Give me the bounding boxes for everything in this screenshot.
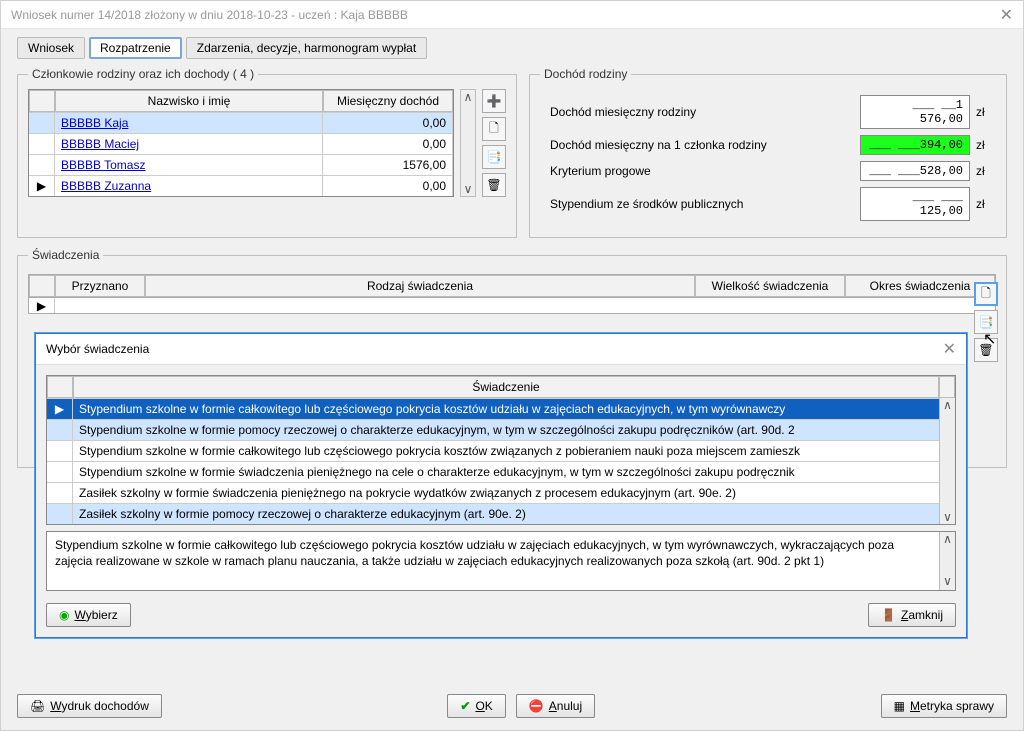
metryka-sprawy-button[interactable]: ▦ Metryka sprawy: [881, 694, 1007, 718]
list-item[interactable]: Stypendium szkolne w formie całkowitego …: [47, 440, 955, 461]
ok-button[interactable]: ✔ OK: [447, 694, 505, 718]
titlebar: Wniosek numer 14/2018 złożony w dniu 201…: [1, 1, 1023, 29]
edit-button[interactable]: 📑: [482, 145, 506, 169]
family-row[interactable]: BBBBB Kaja 0,00: [29, 112, 453, 133]
family-table: Nazwisko i imię Miesięczny dochód BBBBB …: [28, 89, 454, 197]
list-scrollbar[interactable]: ∧∨: [939, 398, 955, 524]
income-value-4[interactable]: ___ ___ 125,00: [860, 187, 970, 221]
swiadczenie-col-header: Świadczenie: [73, 376, 939, 398]
swiadczenia-legend: Świadczenia: [28, 248, 103, 262]
family-scrollbar[interactable]: ∧∨: [460, 89, 476, 197]
delete-sw-button[interactable]: 🗑: [974, 338, 998, 362]
family-legend: Członkowie rodziny oraz ich dochody ( 4 …: [28, 67, 258, 81]
income-legend: Dochód rodziny: [540, 67, 631, 81]
tab-bar: Wniosek Rozpatrzenie Zdarzenia, decyzje,…: [17, 37, 1007, 59]
list-item[interactable]: Stypendium szkolne w formie świadczenia …: [47, 461, 955, 482]
anuluj-button[interactable]: ⛔ Anuluj: [516, 694, 595, 718]
income-value-2[interactable]: ___ ___394,00: [860, 135, 970, 155]
wybierz-button[interactable]: ◉ Wybierz: [46, 603, 131, 627]
family-row[interactable]: BBBBB Tomasz 1576,00: [29, 154, 453, 175]
window-title: Wniosek numer 14/2018 złożony w dniu 201…: [11, 8, 408, 22]
family-row[interactable]: BBBBB Maciej 0,00: [29, 133, 453, 154]
edit-sw-button[interactable]: 📑: [974, 310, 998, 334]
swiadczenia-row[interactable]: ▶: [28, 298, 996, 314]
family-fieldset: Członkowie rodziny oraz ich dochody ( 4 …: [17, 67, 517, 238]
col-name-header: Nazwisko i imię: [55, 90, 323, 112]
new-doc-button[interactable]: 🗋: [482, 117, 506, 141]
income-value-3[interactable]: ___ ___528,00: [860, 161, 970, 181]
select-icon: ◉: [59, 608, 69, 622]
tab-zdarzenia[interactable]: Zdarzenia, decyzje, harmonogram wypłat: [186, 37, 427, 59]
grid-icon: ▦: [894, 699, 905, 713]
family-row[interactable]: ▶ BBBBB Zuzanna 0,00: [29, 175, 453, 196]
new-sw-button[interactable]: 🗋: [974, 282, 998, 306]
swiadczenia-header: Przyznano Rodzaj świadczenia Wielkość św…: [28, 274, 996, 298]
col-marker: [29, 90, 55, 112]
income-line-3: Kryterium progowe ___ ___528,00 zł: [540, 161, 996, 181]
list-item[interactable]: Zasiłek szkolny w formie pomocy rzeczowe…: [47, 503, 955, 524]
close-icon[interactable]: ✕: [1000, 5, 1013, 25]
income-fieldset: Dochód rodziny Dochód miesięczny rodziny…: [529, 67, 1007, 238]
zamknij-button[interactable]: 🚪 Zamknij: [868, 603, 956, 627]
swiadczenia-toolbar: 🗋 📑 🗑: [974, 282, 998, 362]
income-value-1[interactable]: ___ __1 576,00: [860, 95, 970, 129]
no-entry-icon: ⛔: [529, 699, 544, 713]
list-item[interactable]: Zasiłek szkolny w formie świadczenia pie…: [47, 482, 955, 503]
family-toolbar: ➕ 🗋 📑 🗑: [482, 89, 506, 197]
income-line-2: Dochód miesięczny na 1 członka rodziny _…: [540, 135, 996, 155]
tab-rozpatrzenie[interactable]: Rozpatrzenie: [89, 37, 182, 59]
tab-wniosek[interactable]: Wniosek: [17, 37, 85, 59]
income-line-4: Stypendium ze środków publicznych ___ __…: [540, 187, 996, 221]
wydruk-dochodow-button[interactable]: 🖨 Wydruk dochodów: [17, 694, 162, 718]
modal-close-icon[interactable]: ✕: [943, 339, 956, 359]
description-box: Stypendium szkolne w formie całkowitego …: [46, 531, 956, 591]
list-item[interactable]: ▶ Stypendium szkolne w formie całkowiteg…: [47, 398, 955, 419]
modal-titlebar: Wybór świadczenia ✕: [36, 334, 966, 365]
door-icon: 🚪: [881, 608, 896, 622]
list-item[interactable]: Stypendium szkolne w formie pomocy rzecz…: [47, 419, 955, 440]
row-marker-icon: ▶: [47, 399, 73, 419]
bottom-bar: 🖨 Wydruk dochodów ✔ OK ⛔ Anuluj ▦ Metryk…: [17, 694, 1007, 718]
modal-title-text: Wybór świadczenia: [46, 342, 149, 356]
check-icon: ✔: [460, 699, 470, 713]
delete-button[interactable]: 🗑: [482, 173, 506, 197]
income-line-1: Dochód miesięczny rodziny ___ __1 576,00…: [540, 95, 996, 129]
desc-scrollbar[interactable]: ∧∨: [939, 532, 955, 590]
swiadczenie-list: Świadczenie ▶ Stypendium szkolne w formi…: [46, 375, 956, 525]
col-income-header: Miesięczny dochód: [323, 90, 453, 112]
wybor-swiadczenia-dialog: Wybór świadczenia ✕ Świadczenie ▶ Stypen…: [35, 333, 967, 638]
printer-icon: 🖨: [30, 699, 45, 713]
main-window: Wniosek numer 14/2018 złożony w dniu 201…: [0, 0, 1024, 731]
add-red-button[interactable]: ➕: [482, 89, 506, 113]
